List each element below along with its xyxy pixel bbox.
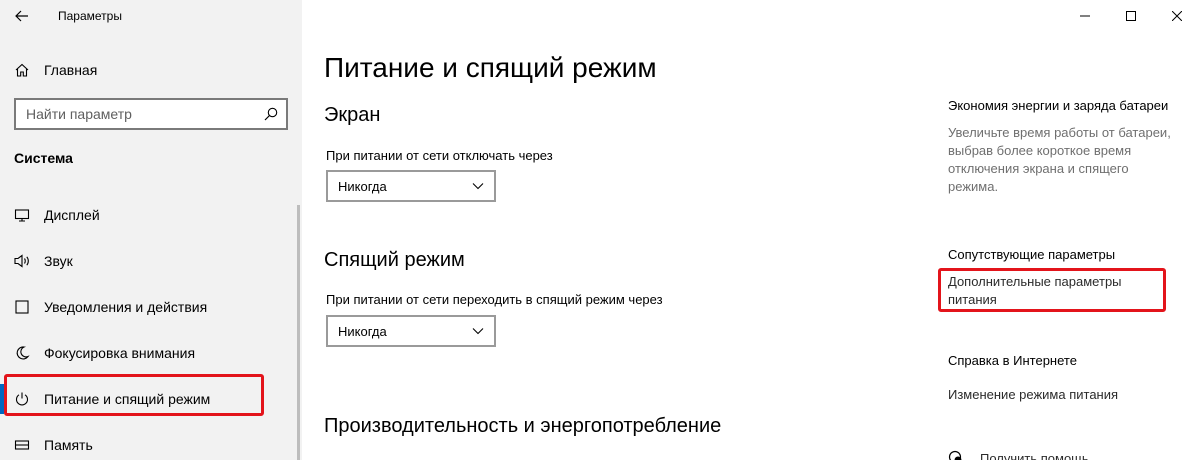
- section-header-system: Система: [14, 150, 73, 166]
- sidebar-scrollbar[interactable]: [297, 205, 300, 460]
- search-button[interactable]: [256, 100, 286, 128]
- get-help-label: Получить помощь: [980, 450, 1089, 460]
- screen-timeout-label: При питании от сети отключать через: [326, 148, 553, 163]
- search-input[interactable]: [16, 106, 256, 122]
- page-title: Питание и спящий режим: [324, 52, 657, 83]
- sleep-timeout-label: При питании от сети переходить в спящий …: [326, 292, 663, 307]
- sidebar-item-storage[interactable]: Память: [0, 422, 302, 460]
- search-box[interactable]: [14, 98, 288, 130]
- monitor-icon: [0, 207, 44, 223]
- home-nav-item[interactable]: Главная: [0, 56, 302, 84]
- highlight-box-sidebar: [4, 374, 264, 416]
- notification-icon: [0, 299, 44, 315]
- back-button[interactable]: [0, 0, 44, 32]
- performance-heading: Производительность и энергопотребление: [324, 415, 722, 437]
- dropdown-value: Никогда: [338, 323, 387, 339]
- battery-saving-description: Увеличьте время работы от батареи, выбра…: [948, 125, 1171, 194]
- online-help-heading: Справка в Интернете: [948, 353, 1077, 368]
- window-controls: [1062, 0, 1200, 32]
- maximize-icon: [1126, 11, 1136, 21]
- change-power-mode-link[interactable]: Изменение режима питания: [948, 386, 1168, 404]
- back-arrow-icon: [15, 10, 28, 22]
- sidebar-item-label: Уведомления и действия: [44, 299, 208, 315]
- close-button[interactable]: [1154, 0, 1200, 32]
- minimize-icon: [1080, 15, 1090, 17]
- sidebar-item-label: Фокусировка внимания: [44, 345, 196, 361]
- sidebar-item-label: Память: [44, 437, 93, 453]
- highlight-box-related-link: [938, 268, 1166, 312]
- sleep-heading: Спящий режим: [324, 249, 465, 271]
- nav-list: Дисплей Звук Уведомления и действия Фоку…: [0, 192, 302, 460]
- sidebar-item-notifications[interactable]: Уведомления и действия: [0, 284, 302, 330]
- chevron-down-icon: [472, 328, 484, 335]
- chevron-down-icon: [472, 183, 484, 190]
- screen-heading: Экран: [324, 104, 381, 126]
- help-chat-icon: [948, 450, 962, 460]
- speaker-icon: [0, 253, 44, 269]
- close-icon: [1172, 11, 1182, 21]
- main-content: Питание и спящий режим Экран При питании…: [302, 0, 1200, 460]
- maximize-button[interactable]: [1108, 0, 1154, 32]
- get-help-link[interactable]: Получить помощь: [948, 448, 1089, 460]
- home-icon: [0, 62, 44, 78]
- search-icon: [264, 107, 278, 121]
- related-settings-heading: Сопутствующие параметры: [948, 247, 1116, 262]
- storage-icon: [0, 437, 44, 453]
- battery-saving-heading: Экономия энергии и заряда батареи: [948, 98, 1169, 113]
- screen-timeout-dropdown[interactable]: Никогда: [326, 170, 496, 202]
- minimize-button[interactable]: [1062, 0, 1108, 32]
- sidebar-item-label: Звук: [44, 253, 73, 269]
- home-label: Главная: [44, 62, 98, 78]
- app-title: Параметры: [58, 9, 122, 23]
- sleep-timeout-dropdown[interactable]: Никогда: [326, 315, 496, 347]
- sidebar-item-sound[interactable]: Звук: [0, 238, 302, 284]
- sidebar-item-focus-assist[interactable]: Фокусировка внимания: [0, 330, 302, 376]
- sidebar-item-label: Дисплей: [44, 207, 100, 223]
- title-bar: Параметры: [0, 0, 302, 32]
- moon-icon: [0, 345, 44, 361]
- dropdown-value: Никогда: [338, 178, 387, 194]
- sidebar-item-display[interactable]: Дисплей: [0, 192, 302, 238]
